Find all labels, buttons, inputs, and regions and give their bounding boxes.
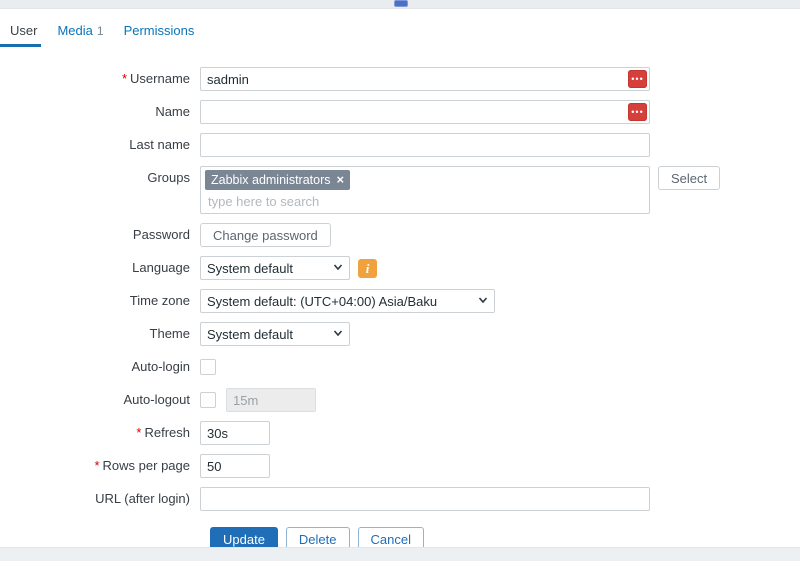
row-password: Password Change password	[0, 223, 800, 247]
auto-login-checkbox[interactable]	[200, 359, 216, 375]
row-theme: Theme System default	[0, 322, 800, 346]
timezone-label: Time zone	[0, 289, 200, 313]
bottom-strip	[0, 547, 800, 561]
row-groups: Groups Zabbix administrators × type here…	[0, 166, 800, 214]
refresh-label: Refresh	[144, 425, 190, 440]
timezone-select-wrap: System default: (UTC+04:00) Asia/Baku	[200, 289, 495, 313]
tab-permissions-label: Permissions	[124, 23, 195, 38]
username-label: Username	[130, 71, 190, 86]
user-form: *Username ••• Name ••• Last name Groups	[0, 67, 800, 551]
password-manager-icon[interactable]: •••	[628, 70, 647, 88]
tab-media-count: 1	[97, 24, 104, 38]
language-select-wrap: System default	[200, 256, 350, 280]
name-input[interactable]	[200, 100, 650, 124]
rows-per-page-input[interactable]	[200, 454, 270, 478]
groups-multiselect[interactable]: Zabbix administrators × type here to sea…	[200, 166, 650, 214]
tab-media[interactable]: Media 1	[47, 15, 113, 47]
auto-login-label: Auto-login	[0, 355, 200, 379]
username-input[interactable]	[200, 67, 650, 91]
required-marker: *	[94, 458, 99, 473]
rows-per-page-label: Rows per page	[103, 458, 190, 473]
row-last-name: Last name	[0, 133, 800, 157]
window-top-strip	[0, 0, 800, 9]
auto-logout-period-input	[226, 388, 316, 412]
tab-permissions[interactable]: Permissions	[114, 15, 205, 47]
row-auto-login: Auto-login	[0, 355, 800, 379]
tab-user[interactable]: User	[0, 15, 47, 47]
row-language: Language System default i	[0, 256, 800, 280]
auto-logout-label: Auto-logout	[0, 388, 200, 412]
theme-select-wrap: System default	[200, 322, 350, 346]
group-chip-label: Zabbix administrators	[211, 172, 331, 188]
auto-logout-checkbox[interactable]	[200, 392, 216, 408]
row-name: Name •••	[0, 100, 800, 124]
chip-remove-icon[interactable]: ×	[337, 172, 345, 188]
group-chip: Zabbix administrators ×	[205, 170, 350, 190]
tab-bar: User Media 1 Permissions	[0, 15, 800, 47]
row-rows-per-page: * Rows per page	[0, 454, 800, 478]
password-label: Password	[0, 223, 200, 247]
theme-label: Theme	[0, 322, 200, 346]
url-input[interactable]	[200, 487, 650, 511]
row-username: *Username •••	[0, 67, 800, 91]
tab-media-label: Media	[57, 23, 92, 38]
groups-select-button[interactable]: Select	[658, 166, 720, 190]
tab-user-label: User	[10, 23, 37, 38]
row-url: URL (after login)	[0, 487, 800, 511]
url-label: URL (after login)	[0, 487, 200, 511]
required-marker: *	[122, 71, 127, 86]
groups-label: Groups	[0, 166, 200, 190]
theme-select[interactable]: System default	[200, 322, 350, 346]
row-refresh: *Refresh	[0, 421, 800, 445]
required-marker: *	[136, 425, 141, 440]
password-manager-icon[interactable]: •••	[628, 103, 647, 121]
language-select[interactable]: System default	[200, 256, 350, 280]
name-label: Name	[0, 100, 200, 124]
info-icon[interactable]: i	[358, 259, 377, 278]
change-password-button[interactable]: Change password	[200, 223, 331, 247]
last-name-label: Last name	[0, 133, 200, 157]
last-name-input[interactable]	[200, 133, 650, 157]
language-label: Language	[0, 256, 200, 280]
refresh-input[interactable]	[200, 421, 270, 445]
window-control-fragment	[394, 0, 408, 7]
groups-search-placeholder[interactable]: type here to search	[205, 190, 645, 210]
row-timezone: Time zone System default: (UTC+04:00) As…	[0, 289, 800, 313]
timezone-select[interactable]: System default: (UTC+04:00) Asia/Baku	[200, 289, 495, 313]
row-auto-logout: Auto-logout	[0, 388, 800, 412]
